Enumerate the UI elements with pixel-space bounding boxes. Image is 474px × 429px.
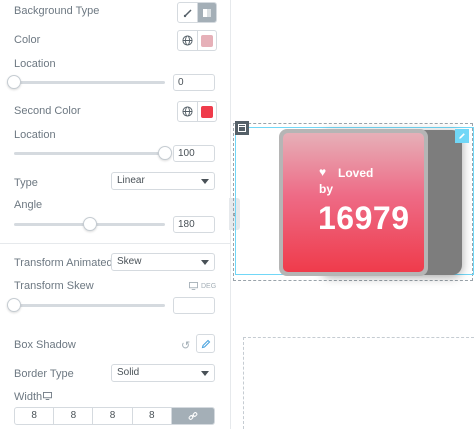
- style-panel: Background Type Color Location 0 Second …: [0, 0, 231, 429]
- transform-animated-value: Skew: [117, 256, 142, 267]
- second-color-label: Second Color: [14, 105, 81, 117]
- slider-track: [14, 152, 165, 155]
- unit-label: DEG: [201, 282, 217, 290]
- heart-icon: ♥: [319, 165, 327, 179]
- type-select[interactable]: Linear: [111, 172, 215, 190]
- transform-skew-label: Transform Skew: [14, 280, 94, 292]
- width-bottom-input[interactable]: 8: [93, 408, 133, 424]
- width-label: Width: [14, 391, 43, 403]
- edit-widget-handle[interactable]: [455, 129, 469, 143]
- gradient-icon: [203, 8, 211, 17]
- border-width-inputs: 8 8 8 8: [14, 407, 215, 425]
- angle-input[interactable]: 180: [173, 216, 215, 233]
- pencil-icon: [201, 339, 210, 348]
- color-swatch: [201, 34, 213, 47]
- skew-input[interactable]: [173, 297, 215, 314]
- second-color-picker-button[interactable]: [197, 102, 216, 121]
- location-input[interactable]: 100: [173, 145, 215, 162]
- box-shadow-label: Box Shadow: [14, 339, 76, 351]
- slider-track: [14, 81, 165, 84]
- box-shadow-edit-button[interactable]: [196, 334, 215, 353]
- link-values-button[interactable]: [171, 408, 214, 424]
- slider-thumb[interactable]: [158, 146, 172, 160]
- columns-icon: [238, 124, 246, 132]
- color-label: Color: [14, 34, 41, 46]
- globe-icon: [182, 35, 193, 46]
- color-swatch: [201, 105, 213, 118]
- responsive-icon: [189, 282, 198, 290]
- location-input[interactable]: 0: [173, 74, 215, 91]
- type-label: Type: [14, 177, 38, 189]
- pencil-icon: [459, 133, 465, 139]
- preview-canvas: ‹ ♥ Loved by 16979: [229, 0, 474, 429]
- slider-track: [14, 304, 165, 307]
- border-type-select[interactable]: Solid: [111, 364, 215, 382]
- link-icon: [188, 412, 198, 420]
- global-second-color-button[interactable]: [178, 102, 197, 121]
- border-type-label: Border Type: [14, 368, 74, 380]
- love-count: 16979: [318, 200, 410, 236]
- loved-text: Loved: [338, 166, 374, 180]
- type-select-value: Linear: [117, 175, 145, 186]
- classic-background-button[interactable]: [178, 3, 197, 22]
- skew-slider[interactable]: [7, 298, 165, 312]
- angle-label: Angle: [14, 199, 43, 211]
- card-frame: ♥ Loved by 16979: [279, 129, 428, 276]
- empty-section-drop-area[interactable]: [243, 337, 474, 429]
- background-type-toggle: [177, 2, 217, 23]
- location-label: Location: [14, 58, 56, 70]
- column-handle[interactable]: [235, 121, 249, 135]
- location-slider[interactable]: [14, 146, 172, 160]
- by-text: by: [319, 182, 334, 196]
- chevron-down-icon: [201, 179, 209, 184]
- gradient-background-button[interactable]: [197, 3, 216, 22]
- globe-icon: [182, 106, 193, 117]
- transform-animated-label: Transform Animated: [14, 257, 113, 269]
- background-type-label: Background Type: [14, 5, 100, 17]
- width-left-input[interactable]: 8: [133, 408, 172, 424]
- skew-unit: DEG: [189, 282, 216, 290]
- section-divider: [0, 243, 231, 244]
- desktop-icon[interactable]: [43, 392, 52, 400]
- brush-icon: [183, 8, 192, 17]
- counter-card[interactable]: ♥ Loved by 16979: [283, 133, 424, 272]
- chevron-down-icon: [201, 260, 209, 265]
- chevron-down-icon: [201, 371, 209, 376]
- second-color-control: [177, 101, 217, 122]
- global-color-button[interactable]: [178, 31, 197, 50]
- border-type-value: Solid: [117, 367, 140, 378]
- location-slider[interactable]: [7, 75, 165, 89]
- location-label: Location: [14, 129, 56, 141]
- slider-thumb[interactable]: [7, 75, 21, 89]
- transform-animated-select[interactable]: Skew: [111, 253, 215, 271]
- width-top-input[interactable]: 8: [15, 408, 55, 424]
- angle-slider[interactable]: [14, 217, 165, 231]
- reset-icon[interactable]: ↺: [181, 339, 190, 352]
- width-right-input[interactable]: 8: [54, 408, 94, 424]
- color-control: [177, 30, 217, 51]
- slider-thumb[interactable]: [82, 217, 97, 231]
- slider-thumb[interactable]: [7, 298, 21, 312]
- color-picker-button[interactable]: [197, 31, 216, 50]
